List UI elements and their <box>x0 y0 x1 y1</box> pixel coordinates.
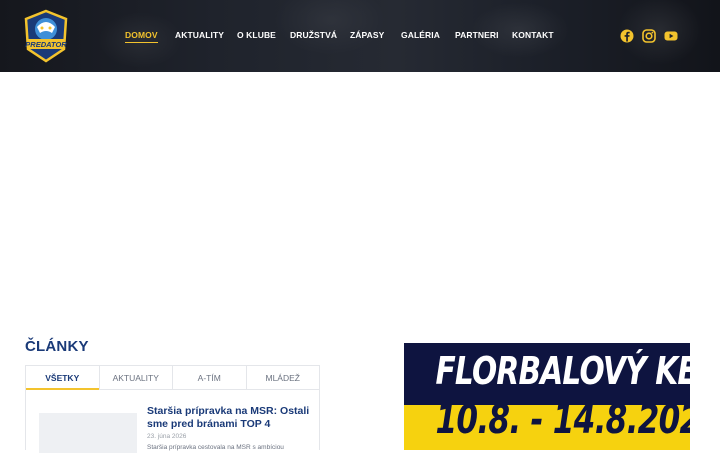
nav-item-zapasy[interactable]: ZÁPASY <box>350 30 384 40</box>
nav-item-kontakt[interactable]: KONTAKT <box>512 30 554 40</box>
youtube-icon[interactable] <box>663 28 679 44</box>
svg-text:PREDATOR: PREDATOR <box>25 40 67 49</box>
nav-item-druzstva[interactable]: DRUŽSTVÁ <box>290 30 337 40</box>
nav-item-aktuality[interactable]: AKTUALITY <box>175 30 224 40</box>
promo-headline: FLORBALOVÝ KEMP <box>435 349 690 393</box>
article-card[interactable]: Staršia prípravka na MSR: Ostali sme pre… <box>25 390 320 453</box>
nav-item-domov[interactable]: DOMOV <box>125 30 158 43</box>
tab-aktuality[interactable]: AKTUALITY <box>100 366 173 389</box>
article-thumbnail[interactable] <box>39 413 137 453</box>
site-header: PREDATOR DOMOV AKTUALITY O KLUBE DRUŽSTV… <box>0 0 720 72</box>
tab-vsetky[interactable]: VŠETKY <box>26 366 100 390</box>
instagram-icon[interactable] <box>641 28 657 44</box>
promo-dates: 10.8. - 14.8.2026 <box>435 397 690 443</box>
tab-a-tim[interactable]: A-TÍM <box>173 366 247 389</box>
club-logo[interactable]: PREDATOR <box>22 9 70 63</box>
nav-item-partneri[interactable]: PARTNERI <box>455 30 499 40</box>
tab-mladez[interactable]: MLÁDEŽ <box>247 366 320 389</box>
articles-heading: ČLÁNKY <box>25 338 89 355</box>
facebook-icon[interactable] <box>619 28 635 44</box>
nav-item-galeria[interactable]: GALÉRIA <box>401 30 440 40</box>
article-title[interactable]: Staršia prípravka na MSR: Ostali sme pre… <box>147 405 312 430</box>
article-date: 23. júna 2026 <box>147 433 187 440</box>
nav-item-o-klube[interactable]: O KLUBE <box>237 30 276 40</box>
hero-banner-area <box>0 72 720 322</box>
camp-promo-banner[interactable]: FLORBALOVÝ KEMP 10.8. - 14.8.2026 <box>404 343 690 450</box>
article-tabs: VŠETKY AKTUALITY A-TÍM MLÁDEŽ <box>25 365 320 390</box>
